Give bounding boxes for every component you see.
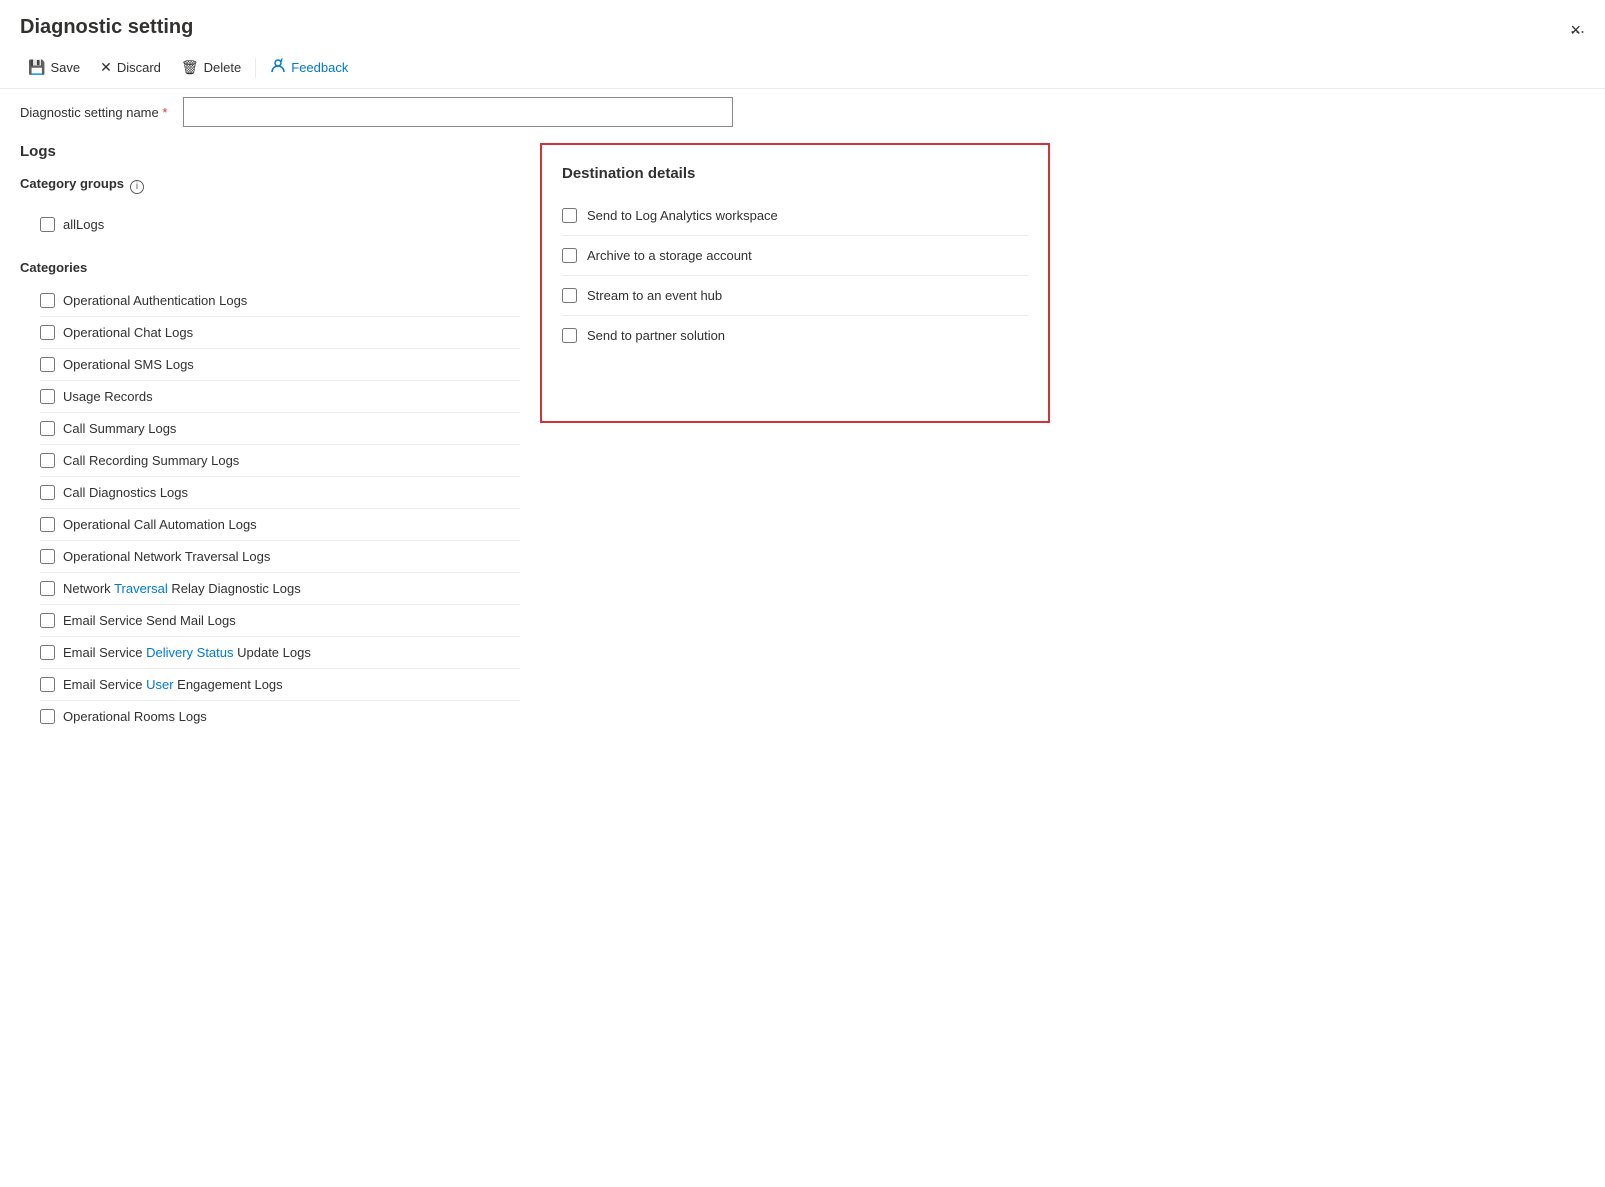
list-item: Network Traversal Relay Diagnostic Logs	[40, 573, 520, 605]
cat13-link[interactable]: User	[146, 677, 173, 692]
list-item: Operational Rooms Logs	[40, 701, 520, 732]
category-groups-label: Category groups	[20, 176, 124, 191]
cat7-checkbox[interactable]	[40, 485, 55, 500]
cat8-checkbox[interactable]	[40, 517, 55, 532]
cat10-checkbox[interactable]	[40, 581, 55, 596]
cat6-checkbox[interactable]	[40, 453, 55, 468]
list-item: Operational Network Traversal Logs	[40, 541, 520, 573]
feedback-icon	[270, 58, 286, 77]
cat5-label: Call Summary Logs	[63, 421, 176, 436]
delete-label: Delete	[204, 60, 242, 75]
list-item: Call Diagnostics Logs	[40, 477, 520, 509]
save-icon: 💾	[28, 59, 45, 76]
list-item: Usage Records	[40, 381, 520, 413]
list-item: Operational Chat Logs	[40, 317, 520, 349]
cat5-checkbox[interactable]	[40, 421, 55, 436]
cat4-label: Usage Records	[63, 389, 153, 404]
dest2-label: Archive to a storage account	[587, 248, 752, 263]
destination-details-title: Destination details	[562, 165, 1028, 182]
destination-details-panel: Destination details Send to Log Analytic…	[540, 143, 1050, 423]
cat10-label: Network Traversal Relay Diagnostic Logs	[63, 581, 301, 596]
cat7-label: Call Diagnostics Logs	[63, 485, 188, 500]
delete-icon: 🗑	[181, 59, 199, 76]
discard-button[interactable]: ✕ Discard	[92, 54, 169, 81]
list-item: Call Recording Summary Logs	[40, 445, 520, 477]
delete-button[interactable]: 🗑 Delete	[173, 54, 249, 81]
cat2-label: Operational Chat Logs	[63, 325, 193, 340]
dest4-label: Send to partner solution	[587, 328, 725, 343]
allLogs-checkbox[interactable]	[40, 217, 55, 232]
logs-heading: Logs	[20, 143, 520, 160]
cat6-label: Call Recording Summary Logs	[63, 453, 239, 468]
cat14-label: Operational Rooms Logs	[63, 709, 207, 724]
cat13-label: Email Service User Engagement Logs	[63, 677, 283, 692]
toolbar-divider	[255, 58, 256, 78]
dest1-row: Send to Log Analytics workspace	[562, 196, 1028, 236]
cat9-label: Operational Network Traversal Logs	[63, 549, 270, 564]
dest3-checkbox[interactable]	[562, 288, 577, 303]
diagnostic-setting-panel: Diagnostic setting ... × 💾 Save ✕ Discar…	[0, 0, 1605, 1187]
list-item: Operational Call Automation Logs	[40, 509, 520, 541]
dest3-row: Stream to an event hub	[562, 276, 1028, 316]
allLogs-label: allLogs	[63, 217, 104, 232]
diagnostic-setting-name-input[interactable]	[183, 97, 733, 127]
save-label: Save	[50, 60, 80, 75]
list-item: Operational Authentication Logs	[40, 285, 520, 317]
cat2-checkbox[interactable]	[40, 325, 55, 340]
categories-section: Categories Operational Authentication Lo…	[20, 260, 520, 732]
dest4-checkbox[interactable]	[562, 328, 577, 343]
name-label: Diagnostic setting name *	[20, 105, 167, 120]
cat12-label: Email Service Delivery Status Update Log…	[63, 645, 311, 660]
allLogs-row: allLogs	[40, 209, 520, 240]
dest2-row: Archive to a storage account	[562, 236, 1028, 276]
dest2-checkbox[interactable]	[562, 248, 577, 263]
cat12-checkbox[interactable]	[40, 645, 55, 660]
dest3-label: Stream to an event hub	[587, 288, 722, 303]
logs-panel: Logs Category groups i allLogs Categorie…	[20, 143, 520, 732]
category-groups-info-icon[interactable]: i	[130, 180, 144, 194]
cat11-checkbox[interactable]	[40, 613, 55, 628]
discard-label: Discard	[117, 60, 161, 75]
discard-icon: ✕	[100, 59, 112, 76]
list-item: Email Service User Engagement Logs	[40, 669, 520, 701]
cat1-label: Operational Authentication Logs	[63, 293, 247, 308]
cat8-label: Operational Call Automation Logs	[63, 517, 257, 532]
category-groups-list: allLogs	[20, 209, 520, 240]
main-content: Logs Category groups i allLogs Categorie…	[0, 143, 1605, 732]
panel-title: Diagnostic setting	[20, 16, 1560, 39]
list-item: Call Summary Logs	[40, 413, 520, 445]
dest1-label: Send to Log Analytics workspace	[587, 208, 778, 223]
list-item: Operational SMS Logs	[40, 349, 520, 381]
name-row: Diagnostic setting name *	[0, 89, 1605, 143]
cat1-checkbox[interactable]	[40, 293, 55, 308]
list-item: Email Service Delivery Status Update Log…	[40, 637, 520, 669]
categories-list: Operational Authentication Logs Operatio…	[20, 285, 520, 732]
cat4-checkbox[interactable]	[40, 389, 55, 404]
panel-header: Diagnostic setting ... ×	[0, 0, 1605, 47]
cat9-checkbox[interactable]	[40, 549, 55, 564]
category-groups-header: Category groups i	[20, 172, 520, 201]
feedback-button[interactable]: Feedback	[262, 53, 356, 82]
cat10-link[interactable]: Traversal	[114, 581, 168, 596]
dest1-checkbox[interactable]	[562, 208, 577, 223]
dest4-row: Send to partner solution	[562, 316, 1028, 355]
cat12-link[interactable]: Delivery Status	[146, 645, 233, 660]
toolbar: 💾 Save ✕ Discard 🗑 Delete Feedback	[0, 47, 1605, 89]
save-button[interactable]: 💾 Save	[20, 54, 88, 81]
cat11-label: Email Service Send Mail Logs	[63, 613, 236, 628]
categories-label: Categories	[20, 260, 520, 275]
cat3-label: Operational SMS Logs	[63, 357, 194, 372]
feedback-label: Feedback	[291, 60, 348, 75]
cat14-checkbox[interactable]	[40, 709, 55, 724]
cat3-checkbox[interactable]	[40, 357, 55, 372]
close-button[interactable]: ×	[1566, 16, 1585, 45]
list-item: Email Service Send Mail Logs	[40, 605, 520, 637]
required-indicator: *	[162, 105, 167, 120]
cat13-checkbox[interactable]	[40, 677, 55, 692]
